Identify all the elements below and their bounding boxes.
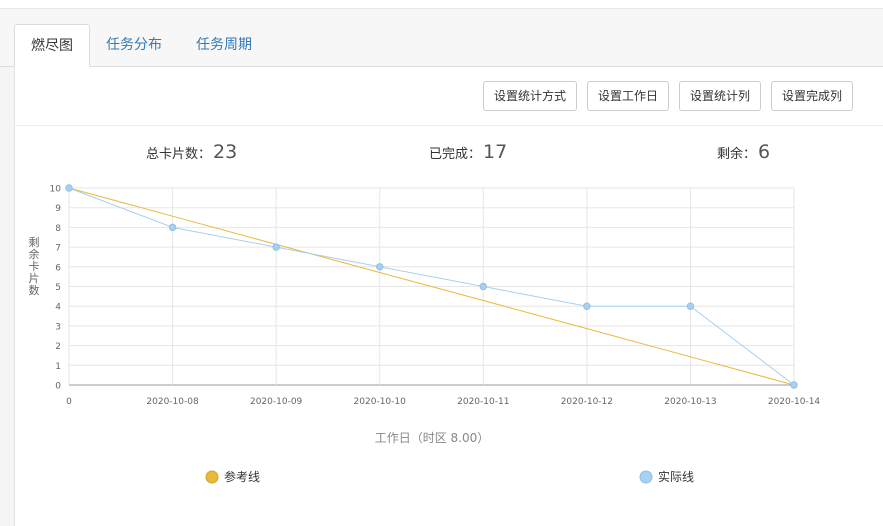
x-tick-label: 2020-10-12 <box>561 397 613 407</box>
tab-burndown[interactable]: 燃尽图 <box>14 24 90 67</box>
x-tick-label: 2020-10-08 <box>146 397 199 407</box>
data-point <box>376 263 384 271</box>
y-tick-label: 0 <box>55 382 61 392</box>
y-tick-label: 10 <box>50 185 62 195</box>
data-point <box>272 243 280 251</box>
x-axis-label: 工作日（时区 8.00） <box>375 431 490 445</box>
set-statistics-method-button[interactable]: 设置统计方式 <box>483 81 577 111</box>
set-workdays-button[interactable]: 设置工作日 <box>587 81 669 111</box>
tab-task-cycle[interactable]: 任务周期 <box>180 24 268 66</box>
set-statistics-columns-button[interactable]: 设置统计列 <box>679 81 761 111</box>
burndown-panel: 总卡片数： 23 已完成： 17 剩余： 6 0 1 2 3 4 5 6 7 8 9 10 0 2020-10… <box>14 126 883 526</box>
data-point <box>790 381 798 389</box>
y-tick-label: 6 <box>55 263 61 273</box>
legend-marker-1 <box>639 470 653 484</box>
y-tick-label: 2 <box>55 342 61 352</box>
tab-task-distribution[interactable]: 任务分布 <box>90 24 178 66</box>
x-tick-label: 2020-10-14 <box>768 397 821 407</box>
y-tick-label: 5 <box>55 283 61 293</box>
legend-label-1: 实际线 <box>658 469 694 484</box>
y-tick-label: 8 <box>55 224 61 234</box>
tab-bar: 燃尽图 任务分布 任务周期 <box>0 9 883 67</box>
legend-label-0: 参考线 <box>224 469 260 484</box>
data-point <box>686 302 695 310</box>
x-tick-label: 2020-10-13 <box>664 397 716 407</box>
legend-marker-0 <box>205 470 219 484</box>
set-done-columns-button[interactable]: 设置完成列 <box>771 81 853 111</box>
x-tick-label: 2020-10-10 <box>354 397 407 407</box>
y-tick-label: 3 <box>55 322 61 332</box>
data-point <box>65 184 73 192</box>
x-tick-label: 0 <box>66 397 72 407</box>
data-point <box>168 223 177 232</box>
data-point <box>583 302 591 310</box>
top-band <box>0 0 883 9</box>
y-axis-label-char: 余 <box>29 247 40 261</box>
x-tick-label: 2020-10-11 <box>457 397 509 407</box>
data-point <box>479 282 487 291</box>
y-tick-label: 1 <box>55 362 61 372</box>
y-tick-label: 4 <box>55 303 61 313</box>
page: 燃尽图 任务分布 任务周期 设置统计方式 设置工作日 设置统计列 设置完成列 总… <box>0 0 883 526</box>
burndown-chart: 0 1 2 3 4 5 6 7 8 9 10 0 2020-10-08 2020-10-09 2020-10… <box>29 184 821 484</box>
toolbar: 设置统计方式 设置工作日 设置统计列 设置完成列 <box>14 67 883 126</box>
x-tick-label: 2020-10-09 <box>250 397 303 407</box>
y-axis-label-char: 数 <box>29 284 40 297</box>
y-tick-label: 9 <box>55 204 61 214</box>
y-tick-label: 7 <box>55 244 61 254</box>
